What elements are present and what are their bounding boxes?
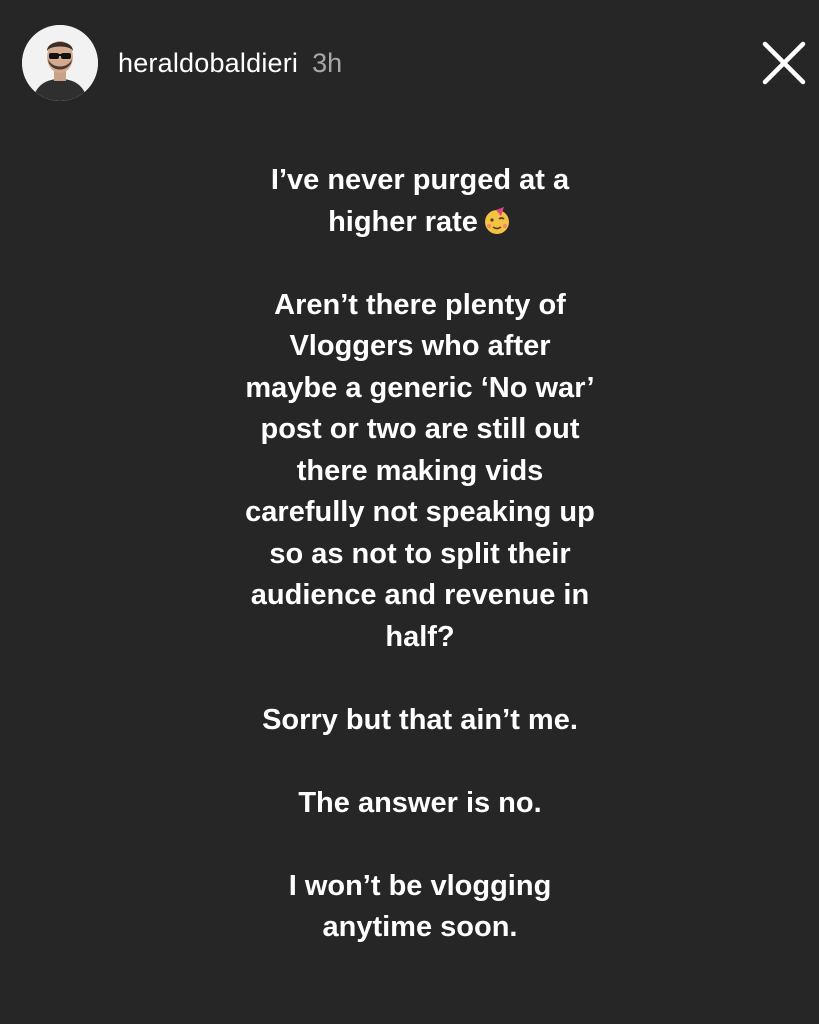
username[interactable]: heraldobaldieri: [118, 48, 298, 79]
message-paragraph-2: Aren’t there plenty of Vloggers who afte…: [245, 288, 595, 653]
message-paragraph-4: The answer is no.: [298, 786, 542, 819]
user-avatar-icon[interactable]: [22, 25, 98, 101]
close-icon[interactable]: [759, 38, 809, 88]
message-paragraph-5: I won’t be vlogging anytime soon.: [288, 869, 552, 944]
story-message: I’ve never purged at a higher rate Aren’…: [150, 160, 690, 949]
story-timestamp: 3h: [312, 47, 343, 78]
partying-face-emoji-icon: [484, 206, 509, 234]
story-header: heraldobaldieri 3h: [22, 24, 342, 102]
paragraph-text: I’ve never purged at a higher rate: [270, 164, 570, 238]
story-view: heraldobaldieri 3h I’ve never purged at …: [0, 0, 819, 1024]
message-paragraph-1: I’ve never purged at a higher rate: [150, 160, 690, 243]
message-paragraph-3: Sorry but that ain’t me.: [262, 703, 578, 736]
